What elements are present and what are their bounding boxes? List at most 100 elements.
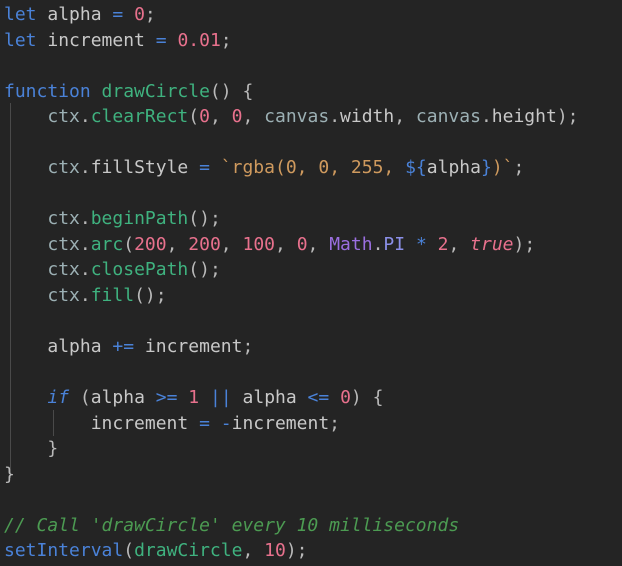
code-token: () — [209, 80, 232, 102]
code-line[interactable]: ctx.arc(200, 200, 100, 0, Math.PI * 2, t… — [0, 232, 622, 258]
code-token: 0 — [285, 157, 297, 179]
code-token: , — [394, 106, 416, 128]
code-editor[interactable]: let alpha = 0; let increment = 0.01; funct… — [0, 0, 622, 566]
code-token: . — [79, 233, 91, 255]
code-token: setInterval — [4, 540, 124, 562]
code-line[interactable]: ctx.clearRect(0, 0, canvas.width, canvas… — [0, 104, 622, 130]
code-token: alpha — [47, 336, 102, 358]
code-token: . — [79, 285, 91, 307]
code-token: () — [134, 285, 156, 307]
code-token: let — [4, 4, 37, 25]
code-line[interactable]: // Call 'drawCircle' every 10 millisecon… — [0, 513, 622, 539]
code-token: , — [242, 106, 265, 128]
code-line[interactable] — [0, 53, 622, 79]
code-token: alpha — [47, 4, 102, 25]
code-token: . — [79, 259, 91, 281]
code-token: } — [47, 438, 59, 460]
code-token: ( — [123, 540, 135, 562]
code-token: . — [79, 208, 91, 230]
code-token: ( — [123, 233, 135, 255]
code-line[interactable]: ctx.fill(); — [0, 283, 622, 309]
code-token: = — [155, 29, 167, 51]
code-token: 0.01 — [177, 29, 221, 51]
code-line[interactable]: } — [0, 436, 622, 462]
code-token: 2 — [437, 233, 449, 255]
code-token: ( — [79, 387, 91, 409]
code-token: = — [112, 4, 124, 25]
code-token: // Call 'drawCircle' every 10 millisecon… — [4, 514, 460, 536]
code-token: 1 — [188, 387, 200, 409]
code-token: width — [340, 106, 395, 128]
code-token: alpha — [90, 387, 145, 409]
code-line[interactable]: if (alpha >= 1 || alpha <= 0) { — [0, 385, 622, 411]
code-token: , — [448, 233, 471, 255]
code-token: ( — [188, 106, 200, 128]
code-line[interactable] — [0, 360, 622, 386]
code-line[interactable]: function drawCircle() { — [0, 79, 622, 105]
code-token: >= — [155, 387, 178, 409]
code-token: canvas — [415, 106, 481, 128]
code-token: height — [491, 106, 557, 128]
code-token: ; — [220, 29, 232, 51]
code-token: ; — [209, 208, 221, 230]
code-token: ; — [155, 285, 167, 307]
code-line[interactable]: } — [0, 462, 622, 488]
code-token: )` — [491, 157, 514, 179]
code-token: 255 — [350, 157, 384, 179]
code-line[interactable]: let alpha = 0; — [0, 2, 622, 28]
code-line[interactable]: increment = -increment; — [0, 411, 622, 437]
code-token: () — [188, 208, 210, 230]
code-token: , — [307, 233, 330, 255]
code-token: PI — [383, 233, 406, 255]
code-line[interactable]: ctx.closePath(); — [0, 257, 622, 283]
code-line[interactable]: ctx.fillStyle = `rgba(0, 0, 255, ${alpha… — [0, 155, 622, 181]
code-token: , — [166, 233, 189, 255]
code-token: ctx — [47, 285, 80, 307]
code-token: ctx — [47, 157, 80, 179]
code-token: { — [372, 387, 384, 409]
code-token: } — [4, 463, 15, 485]
code-token: , — [242, 540, 265, 562]
code-token: ) — [513, 233, 525, 255]
code-line[interactable] — [0, 487, 622, 513]
code-token: ; — [567, 106, 579, 128]
code-token: = — [199, 412, 210, 434]
code-surface[interactable]: let alpha = 0; let increment = 0.01; funct… — [0, 0, 622, 566]
code-token: , — [209, 106, 232, 128]
code-token: closePath — [90, 259, 189, 281]
code-line[interactable]: setInterval(drawCircle, 10); — [0, 538, 622, 564]
code-token: increment — [90, 412, 189, 434]
code-token: alpha — [426, 157, 481, 179]
code-line[interactable] — [0, 181, 622, 207]
code-token: fillStyle — [90, 157, 189, 179]
code-line[interactable]: alpha += increment; — [0, 334, 622, 360]
code-token: let — [4, 29, 37, 51]
code-token: , — [329, 157, 351, 179]
code-token: ctx — [47, 208, 80, 230]
code-token: drawCircle — [134, 540, 243, 562]
code-line[interactable]: let increment = 0.01; — [0, 28, 622, 54]
code-token: ; — [524, 233, 536, 255]
code-line[interactable]: ctx.beginPath(); — [0, 206, 622, 232]
code-token: += — [112, 336, 135, 358]
code-token: 10 — [264, 540, 286, 562]
code-token: increment — [47, 29, 145, 51]
code-line[interactable] — [0, 130, 622, 156]
code-line[interactable] — [0, 309, 622, 335]
